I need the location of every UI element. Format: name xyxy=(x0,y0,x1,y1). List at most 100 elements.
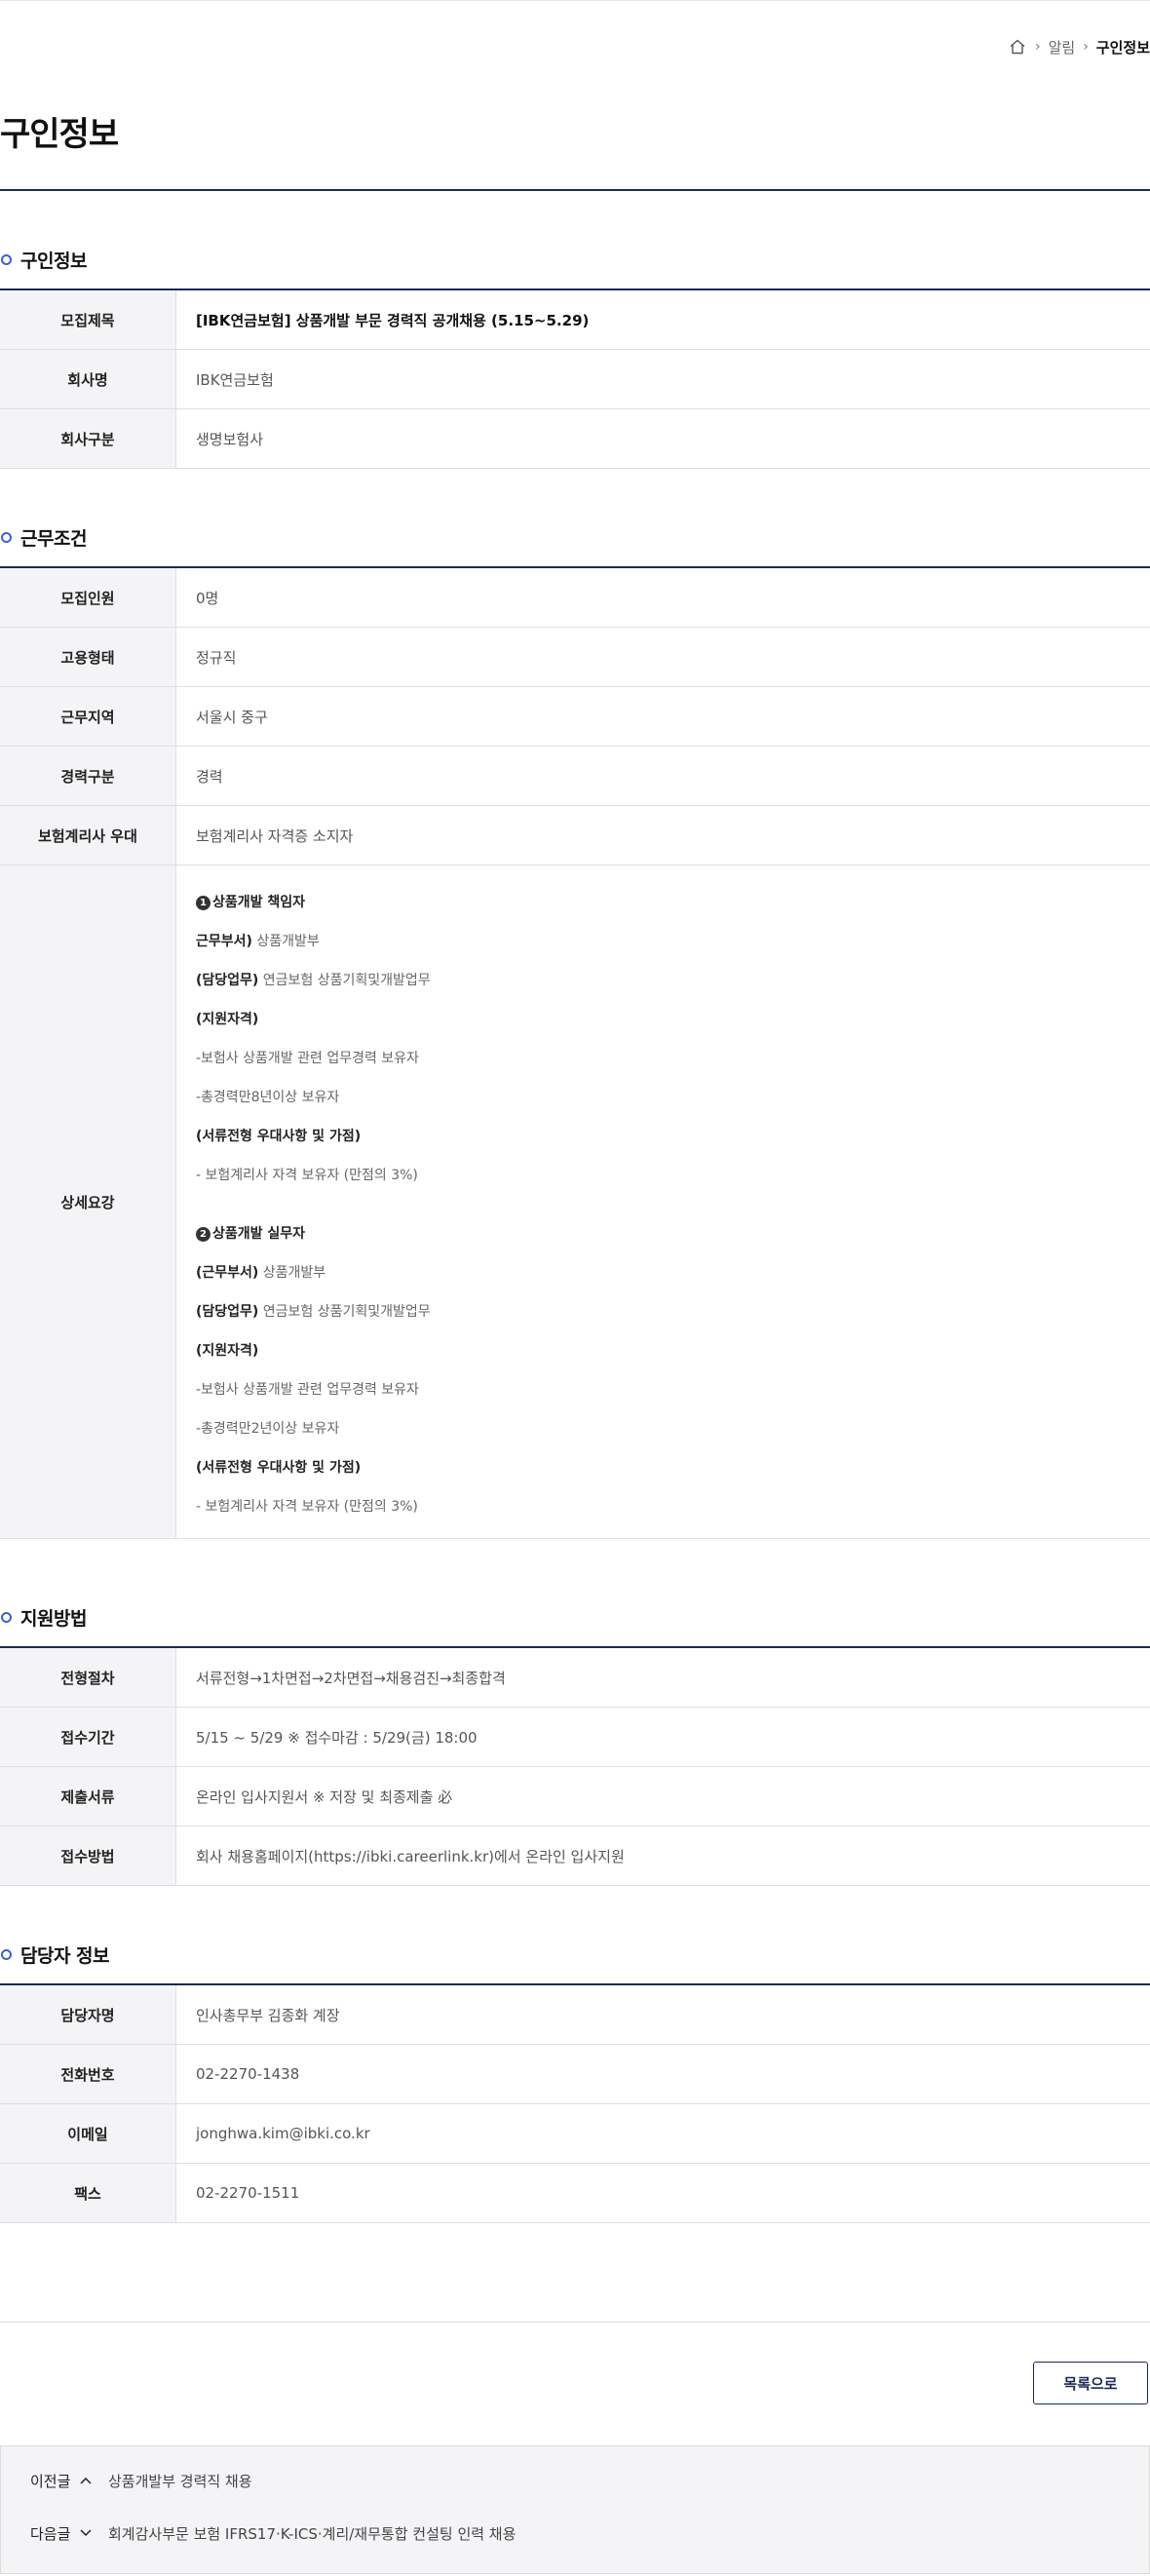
table-row: 보험계리사 우대 보험계리사 자격증 소지자 xyxy=(0,805,1150,865)
row-label: 고용형태 xyxy=(0,627,176,687)
row-value: 02-2270-1511 xyxy=(175,2163,1150,2223)
section-title: 담당자 정보 xyxy=(20,1944,110,1967)
page: › 알림 › 구인정보 구인정보 구인정보 모집제목 [IBK연금보험] 상품개… xyxy=(0,0,1150,2576)
row-value: 보험계리사 자격증 소지자 xyxy=(175,805,1150,865)
row-label: 담당자명 xyxy=(0,1984,176,2045)
breadcrumb: › 알림 › 구인정보 xyxy=(1008,35,1150,58)
line-label: (서류전형 우대사항 및 가점) xyxy=(196,1129,362,1144)
table-row: 근무지역 서울시 중구 xyxy=(0,686,1150,747)
detail-line: (근무부서) 상품개발부 xyxy=(196,1253,1150,1292)
next-post-link[interactable]: 회계감사부문 보험 IFRS17·K-ICS·계리/재무통합 컨설팅 인력 채용 xyxy=(108,2523,516,2544)
next-label-text: 다음글 xyxy=(30,2524,71,2543)
row-label: 경력구분 xyxy=(0,746,176,806)
block-title: 상품개발 책임자 xyxy=(212,895,306,910)
job-info-section: 구인정보 모집제목 [IBK연금보험] 상품개발 부문 경력직 공개채용 (5.… xyxy=(0,230,1150,469)
block-title: 상품개발 실무자 xyxy=(212,1226,306,1242)
chevron-down-icon xyxy=(80,2529,92,2537)
contact-section: 담당자 정보 담당자명 인사총무부 김종화 계장 전화번호 02-2270-14… xyxy=(0,1925,1150,2223)
title-divider xyxy=(0,189,1150,191)
contact-table: 담당자명 인사총무부 김종화 계장 전화번호 02-2270-1438 이메일 … xyxy=(0,1983,1150,2223)
table-row: 접수기간 5/15 ~ 5/29 ※ 접수마감 : 5/29(금) 18:00 xyxy=(0,1707,1150,1767)
table-row: 전형절차 서류전형→1차면접→2차면접→채용검진→최종합격 xyxy=(0,1647,1150,1708)
row-value: [IBK연금보험] 상품개발 부문 경력직 공개채용 (5.15~5.29) xyxy=(175,289,1150,350)
bullet-icon xyxy=(1,1611,12,1623)
row-value: jonghwa.kim@ibki.co.kr xyxy=(175,2103,1150,2164)
row-value: 생명보험사 xyxy=(175,408,1150,469)
chevron-right-icon: › xyxy=(1034,39,1041,55)
line-value: 연금보험 상품기획및개발업무 xyxy=(258,973,431,988)
table-row-detail: 상세요강 1 상품개발 책임자 근무부서) 상품개발부 (담당업무) 연금보험 상… xyxy=(0,865,1150,1539)
row-value: 02-2270-1438 xyxy=(175,2044,1150,2104)
detail-line: (담당업무) 연금보험 상품기획및개발업무 xyxy=(196,1292,1150,1331)
detail-line: (서류전형 우대사항 및 가점) xyxy=(196,1117,1150,1156)
table-row: 팩스 02-2270-1511 xyxy=(0,2163,1150,2223)
job-info-table: 모집제목 [IBK연금보험] 상품개발 부문 경력직 공개채용 (5.15~5.… xyxy=(0,288,1150,469)
number-badge-icon: 1 xyxy=(196,896,211,910)
row-value: IBK연금보험 xyxy=(175,349,1150,409)
detail-line: -보험사 상품개발 관련 업무경력 보유자 xyxy=(196,1382,419,1398)
line-value: 연금보험 상품기획및개발업무 xyxy=(258,1304,431,1320)
section-header: 담당자 정보 xyxy=(0,1925,1150,1983)
list-button[interactable]: 목록으로 xyxy=(1033,2362,1148,2404)
post-navigation: 이전글 상품개발부 경력직 채용 다음글 회계감사부문 보험 IFRS17·K-… xyxy=(0,2445,1150,2574)
row-value: 서류전형→1차면접→2차면접→채용검진→최종합격 xyxy=(175,1647,1150,1708)
line-label: (서류전형 우대사항 및 가점) xyxy=(196,1460,362,1476)
next-post-row[interactable]: 다음글 회계감사부문 보험 IFRS17·K-ICS·계리/재무통합 컨설팅 인… xyxy=(1,2507,1149,2559)
table-row: 전화번호 02-2270-1438 xyxy=(0,2044,1150,2104)
row-label: 팩스 xyxy=(0,2163,176,2223)
home-icon[interactable] xyxy=(1008,37,1027,57)
row-value: 온라인 입사지원서 ※ 저장 및 최종제출 必 xyxy=(175,1766,1150,1826)
apply-section: 지원방법 전형절차 서류전형→1차면접→2차면접→채용검진→최종합격 접수기간 … xyxy=(0,1588,1150,1886)
bullet-icon xyxy=(1,253,12,265)
section-title: 근무조건 xyxy=(20,527,87,550)
detail-line: -총경력만2년이상 보유자 xyxy=(196,1421,340,1437)
line-label: 근무부서) xyxy=(196,934,252,949)
breadcrumb-item-notice[interactable]: 알림 xyxy=(1049,37,1076,58)
next-post-label: 다음글 xyxy=(1,2523,108,2544)
row-value: 경력 xyxy=(175,746,1150,806)
line-value: 상품개발부 xyxy=(258,1265,326,1281)
table-row: 담당자명 인사총무부 김종화 계장 xyxy=(0,1984,1150,2045)
table-row: 회사구분 생명보험사 xyxy=(0,408,1150,469)
row-value: 인사총무부 김종화 계장 xyxy=(175,1984,1150,2045)
row-label: 전형절차 xyxy=(0,1647,176,1708)
row-value: 정규직 xyxy=(175,627,1150,687)
section-title: 지원방법 xyxy=(20,1607,87,1630)
section-header: 지원방법 xyxy=(0,1588,1150,1646)
row-value: 0명 xyxy=(175,567,1150,628)
section-title: 구인정보 xyxy=(20,250,87,272)
top-divider xyxy=(0,0,1150,1)
detail-line: -보험사 상품개발 관련 업무경력 보유자 xyxy=(196,1051,419,1066)
detail-line: - 보험계리사 자격 보유자 (만점의 3%) xyxy=(196,1499,418,1515)
row-label: 접수기간 xyxy=(0,1707,176,1767)
prev-post-row[interactable]: 이전글 상품개발부 경력직 채용 xyxy=(1,2454,1149,2507)
row-label: 이메일 xyxy=(0,2103,176,2164)
breadcrumb-item-current: 구인정보 xyxy=(1095,38,1150,57)
row-value: 회사 채용홈페이지(https://ibki.careerlink.kr)에서 … xyxy=(175,1826,1150,1886)
row-label: 전화번호 xyxy=(0,2044,176,2104)
row-label: 회사구분 xyxy=(0,408,176,469)
prev-post-label: 이전글 xyxy=(1,2471,108,2491)
row-label: 보험계리사 우대 xyxy=(0,805,176,865)
table-row: 모집인원 0명 xyxy=(0,567,1150,628)
bullet-icon xyxy=(1,1948,12,1960)
content-divider xyxy=(0,2322,1150,2323)
section-header: 구인정보 xyxy=(0,230,1150,288)
row-label: 접수방법 xyxy=(0,1826,176,1886)
table-row: 고용형태 정규직 xyxy=(0,627,1150,687)
table-row: 접수방법 회사 채용홈페이지(https://ibki.careerlink.k… xyxy=(0,1826,1150,1886)
prev-post-link[interactable]: 상품개발부 경력직 채용 xyxy=(108,2471,252,2491)
row-value: 서울시 중구 xyxy=(175,686,1150,747)
bullet-icon xyxy=(1,531,12,543)
chevron-up-icon xyxy=(80,2477,92,2484)
detail-line: -총경력만8년이상 보유자 xyxy=(196,1090,340,1105)
row-label: 모집제목 xyxy=(0,289,176,350)
conditions-table: 모집인원 0명 고용형태 정규직 근무지역 서울시 중구 경력구분 경력 보험계… xyxy=(0,566,1150,1539)
detail-block-title: 2 상품개발 실무자 xyxy=(196,1214,1150,1253)
row-label: 상세요강 xyxy=(0,865,176,1539)
section-header: 근무조건 xyxy=(0,508,1150,566)
chevron-right-icon: › xyxy=(1083,39,1089,55)
table-row: 모집제목 [IBK연금보험] 상품개발 부문 경력직 공개채용 (5.15~5.… xyxy=(0,289,1150,350)
detail-line: - 보험계리사 자격 보유자 (만점의 3%) xyxy=(196,1168,418,1183)
row-label: 근무지역 xyxy=(0,686,176,747)
